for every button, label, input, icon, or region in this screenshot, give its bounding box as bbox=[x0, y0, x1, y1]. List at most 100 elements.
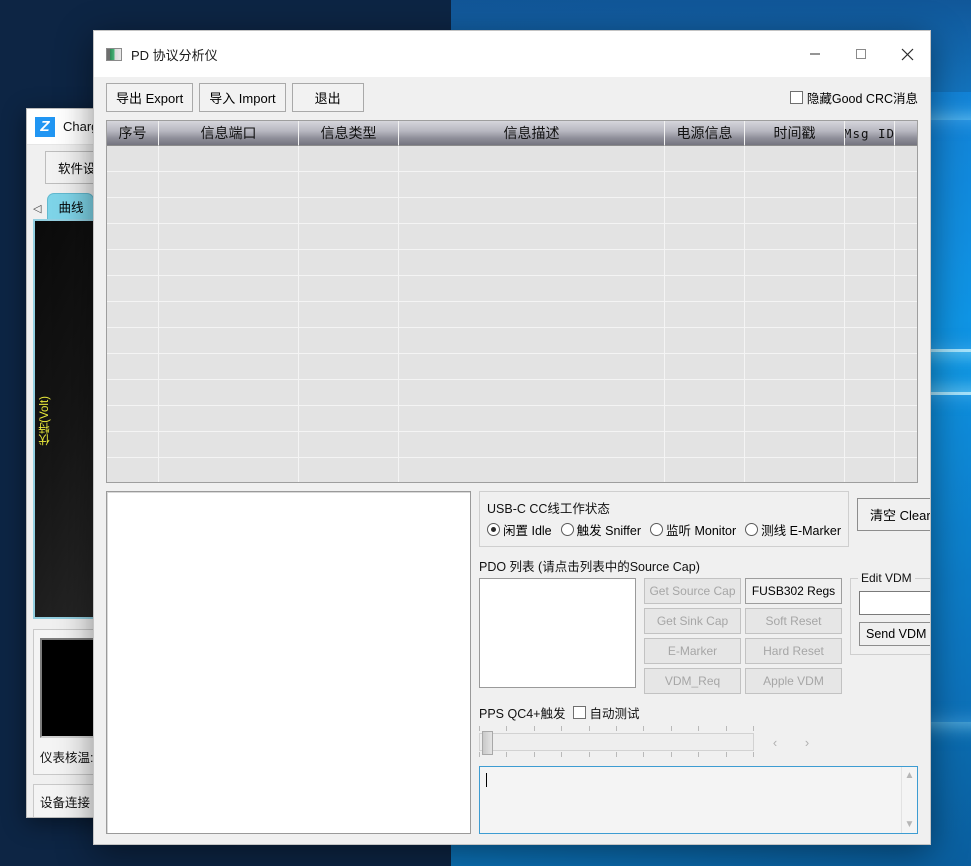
tab-scroll-left-icon[interactable]: ◁ bbox=[33, 202, 45, 219]
export-button[interactable]: 导出 Export bbox=[106, 83, 193, 112]
table-row[interactable] bbox=[107, 302, 917, 328]
table-row[interactable] bbox=[107, 276, 917, 302]
table-cell bbox=[895, 302, 917, 327]
cc-mode-option-2[interactable]: 监听 Monitor bbox=[650, 520, 736, 539]
table-body[interactable] bbox=[107, 146, 917, 482]
vdm-input[interactable] bbox=[859, 591, 931, 615]
table-row[interactable] bbox=[107, 172, 917, 198]
cc-mode-option-3[interactable]: 测线 E-Marker bbox=[745, 520, 841, 539]
log-scrollbar[interactable]: ▲ ▼ bbox=[901, 767, 917, 833]
table-cell bbox=[665, 380, 745, 405]
pd-titlebar: PD 协议分析仪 bbox=[94, 31, 930, 77]
message-detail-pane[interactable] bbox=[106, 491, 471, 834]
send-vdm-button[interactable]: Send VDM bbox=[859, 622, 931, 646]
table-cell bbox=[399, 146, 665, 171]
table-column-header[interactable] bbox=[895, 121, 917, 146]
cc-mode-option-0[interactable]: 闲置 Idle bbox=[487, 520, 552, 539]
table-cell bbox=[895, 172, 917, 197]
slider-tick bbox=[534, 752, 535, 757]
pdo-list[interactable] bbox=[479, 578, 636, 688]
table-cell bbox=[745, 302, 845, 327]
table-column-header[interactable]: 信息类型 bbox=[299, 121, 399, 146]
table-cell bbox=[159, 172, 299, 197]
table-cell bbox=[299, 354, 399, 379]
table-column-header[interactable]: 信息描述 bbox=[399, 121, 665, 146]
maximize-button[interactable] bbox=[838, 31, 884, 77]
log-text-content[interactable] bbox=[480, 767, 901, 833]
slider-tick bbox=[589, 726, 590, 731]
table-cell bbox=[665, 406, 745, 431]
table-cell bbox=[895, 224, 917, 249]
slider-prev-button[interactable]: ‹ bbox=[764, 732, 786, 752]
table-row[interactable] bbox=[107, 224, 917, 250]
table-cell bbox=[745, 198, 845, 223]
clear-button[interactable]: 清空 Clear bbox=[857, 498, 931, 531]
table-column-header[interactable]: 序号 bbox=[107, 121, 159, 146]
table-column-header[interactable]: 信息端口 bbox=[159, 121, 299, 146]
table-cell bbox=[665, 328, 745, 353]
table-row[interactable] bbox=[107, 380, 917, 406]
table-cell bbox=[299, 380, 399, 405]
cc-status-legend: USB-C CC线工作状态 bbox=[487, 498, 841, 517]
cc-mode-radio-group[interactable]: 闲置 Idle 触发 Sniffer 监听 Monitor 测线 E-Marker bbox=[487, 520, 841, 539]
import-button[interactable]: 导入 Import bbox=[199, 83, 285, 112]
exit-button[interactable]: 退出 bbox=[292, 83, 364, 112]
pps-slider-row: ‹ › bbox=[479, 726, 918, 758]
table-column-header[interactable]: 时间戳 bbox=[745, 121, 845, 146]
radio-button-icon bbox=[561, 523, 574, 536]
table-cell bbox=[107, 328, 159, 353]
table-cell bbox=[107, 302, 159, 327]
action-button-get-sink-cap: Get Sink Cap bbox=[644, 608, 741, 634]
auto-test-label: 自动测试 bbox=[590, 703, 640, 722]
slider-tick bbox=[698, 752, 699, 757]
table-row[interactable] bbox=[107, 328, 917, 354]
pps-row: PPS QC4+触发 自动测试 bbox=[479, 703, 918, 722]
slider-tick bbox=[726, 752, 727, 757]
table-cell bbox=[845, 380, 895, 405]
table-cell bbox=[107, 224, 159, 249]
slider-tick bbox=[479, 726, 480, 731]
message-table[interactable]: 序号信息端口信息类型信息描述电源信息时间戳Msg ID bbox=[106, 120, 918, 483]
table-cell bbox=[845, 172, 895, 197]
lower-region: USB-C CC线工作状态 闲置 Idle 触发 Sniffer 监听 Monito… bbox=[94, 483, 930, 844]
slider-thumb[interactable] bbox=[482, 731, 493, 755]
log-textarea[interactable]: ▲ ▼ bbox=[479, 766, 918, 834]
slider-track[interactable] bbox=[479, 733, 754, 751]
minimize-button[interactable] bbox=[792, 31, 838, 77]
cc-status-row: USB-C CC线工作状态 闲置 Idle 触发 Sniffer 监听 Monito… bbox=[479, 491, 918, 547]
auto-test-checkbox[interactable]: 自动测试 bbox=[573, 703, 640, 722]
table-cell bbox=[845, 224, 895, 249]
table-cell bbox=[159, 432, 299, 457]
table-row[interactable] bbox=[107, 250, 917, 276]
cc-status-group: USB-C CC线工作状态 闲置 Idle 触发 Sniffer 监听 Monito… bbox=[479, 491, 849, 547]
pps-slider[interactable] bbox=[479, 726, 754, 758]
table-row[interactable] bbox=[107, 354, 917, 380]
pd-analyzer-window[interactable]: PD 协议分析仪 导出 Export 导入 Import 退出 隐藏Good C… bbox=[93, 30, 931, 845]
table-cell bbox=[399, 406, 665, 431]
table-row[interactable] bbox=[107, 406, 917, 432]
table-column-header[interactable]: 电源信息 bbox=[665, 121, 745, 146]
table-cell bbox=[107, 146, 159, 171]
tab-curve-chart[interactable]: 曲线 bbox=[47, 193, 94, 219]
radio-button-icon bbox=[650, 523, 663, 536]
table-cell bbox=[107, 380, 159, 405]
close-button[interactable] bbox=[884, 31, 930, 77]
table-row[interactable] bbox=[107, 432, 917, 458]
cc-mode-option-1[interactable]: 触发 Sniffer bbox=[561, 520, 641, 539]
action-button-fusb302-regs[interactable]: FUSB302 Regs bbox=[745, 578, 842, 604]
hide-good-crc-label: 隐藏Good CRC消息 bbox=[807, 88, 918, 107]
hide-good-crc-checkbox[interactable]: 隐藏Good CRC消息 bbox=[790, 88, 918, 107]
slider-next-button[interactable]: › bbox=[796, 732, 818, 752]
scroll-down-icon[interactable]: ▼ bbox=[905, 819, 915, 830]
table-cell bbox=[299, 250, 399, 275]
action-button-hard-reset: Hard Reset bbox=[745, 638, 842, 664]
table-column-header[interactable]: Msg ID bbox=[845, 121, 895, 146]
table-row[interactable] bbox=[107, 198, 917, 224]
slider-tick bbox=[753, 726, 754, 731]
radio-button-icon bbox=[745, 523, 758, 536]
table-row[interactable] bbox=[107, 146, 917, 172]
slider-tick bbox=[698, 726, 699, 731]
scroll-up-icon[interactable]: ▲ bbox=[905, 770, 915, 781]
table-row[interactable] bbox=[107, 458, 917, 482]
table-cell bbox=[895, 276, 917, 301]
